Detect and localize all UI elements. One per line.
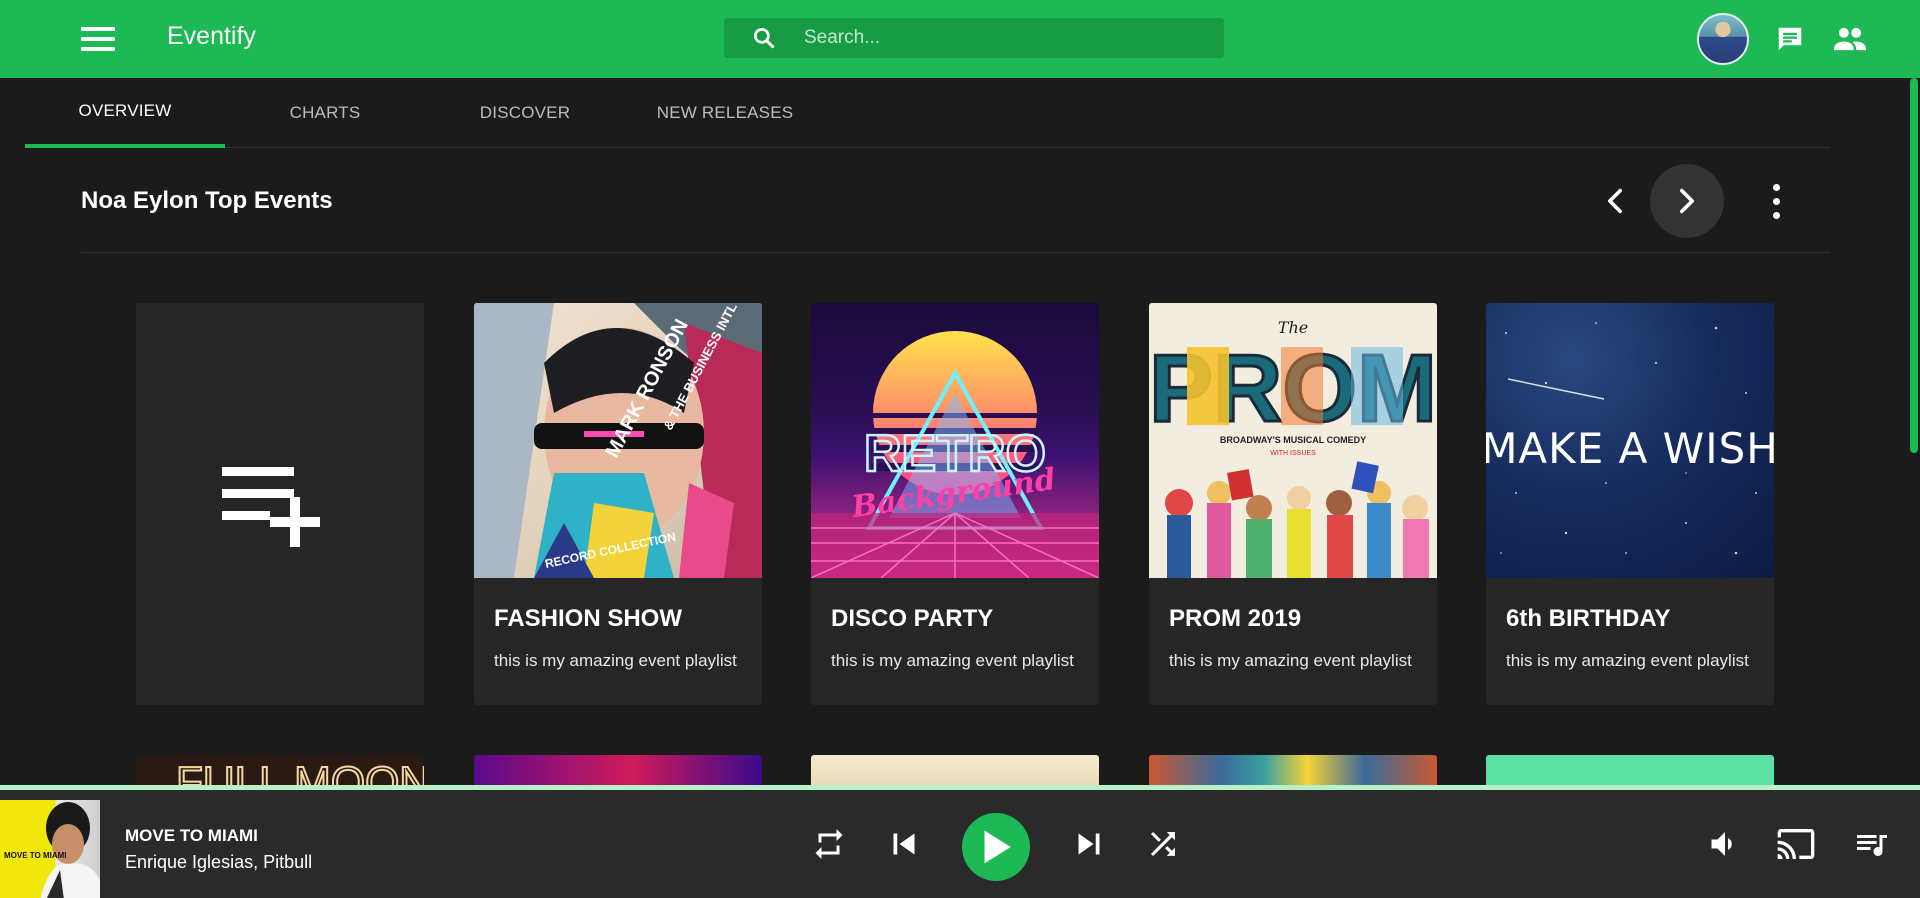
art-text: MOVE TO MIAMI <box>4 851 67 860</box>
tab-discover[interactable]: DISCOVER <box>425 78 625 148</box>
app-title: Eventify <box>167 22 256 50</box>
section-title: Noa Eylon Top Events <box>81 187 333 214</box>
carousel-next-button[interactable] <box>1650 164 1724 238</box>
play-icon <box>984 830 1011 864</box>
card-title: DISCO PARTY <box>831 605 994 632</box>
section-divider <box>81 252 1830 253</box>
add-playlist-card[interactable] <box>136 303 424 705</box>
card-description: this is my amazing event playlist <box>1506 651 1749 670</box>
queue-music-icon <box>1857 835 1887 857</box>
tab-overview[interactable]: OVERVIEW <box>25 78 225 148</box>
player-bar: MOVE TO MIAMI MOVE TO MIAMI Enrique Igle… <box>0 785 1920 898</box>
shuffle-button[interactable] <box>1145 826 1181 862</box>
top-bar: Eventify <box>0 0 1920 78</box>
carousel-prev-button[interactable] <box>1590 170 1640 232</box>
event-card-peek[interactable] <box>474 755 762 785</box>
shuffle-icon <box>1151 832 1175 856</box>
song-title[interactable]: MOVE TO MIAMI <box>125 826 258 846</box>
cast-button[interactable] <box>1775 824 1817 864</box>
tab-new-releases[interactable]: NEW RELEASES <box>625 78 825 148</box>
playlist-add-icon <box>222 467 320 547</box>
search-icon <box>724 25 804 51</box>
skip-next-icon <box>1078 833 1100 855</box>
event-card-fashion-show[interactable]: MARK RONSON & THE BUSINESS INTL RECORD C… <box>474 303 762 705</box>
card-art: RETRO Background <box>811 303 1099 578</box>
page-scrollbar[interactable] <box>1908 78 1920 785</box>
search-bar[interactable] <box>724 18 1224 58</box>
art-text: MAKE A WISH <box>1486 424 1774 473</box>
tab-bar: OVERVIEW CHARTS DISCOVER NEW RELEASES <box>25 78 1830 148</box>
chevron-left-icon <box>1607 188 1623 214</box>
tab-charts[interactable]: CHARTS <box>225 78 425 148</box>
repeat-icon <box>815 829 843 859</box>
card-description: this is my amazing event playlist <box>494 651 737 670</box>
album-cover[interactable]: MOVE TO MIAMI <box>0 800 100 898</box>
more-vertical-icon[interactable] <box>1759 180 1793 222</box>
card-art: MARK RONSON & THE BUSINESS INTL RECORD C… <box>474 303 762 578</box>
card-description: this is my amazing event playlist <box>831 651 1074 670</box>
search-input[interactable] <box>804 27 1184 49</box>
people-icon[interactable] <box>1834 24 1866 59</box>
cast-icon <box>1777 829 1815 859</box>
art-text: WITH ISSUES <box>1270 450 1316 457</box>
chevron-right-icon <box>1679 188 1695 214</box>
card-title: 6th BIRTHDAY <box>1506 605 1671 632</box>
event-card-peek[interactable] <box>1486 755 1774 785</box>
avatar[interactable] <box>1697 13 1749 65</box>
repeat-button[interactable] <box>811 826 847 862</box>
event-card-6th-birthday[interactable]: MAKE A WISH 6th BIRTHDAY this is my amaz… <box>1486 303 1774 705</box>
event-card-peek[interactable] <box>811 755 1099 785</box>
volume-button[interactable] <box>1707 826 1743 862</box>
skip-next-button[interactable] <box>1071 826 1107 862</box>
play-button[interactable] <box>962 813 1030 881</box>
event-card-prom-2019[interactable]: The PROM BROADWAY'S MUSICAL COMEDY WITH … <box>1149 303 1437 705</box>
event-card-peek[interactable] <box>1149 755 1437 785</box>
art-text: BROADWAY'S MUSICAL COMEDY <box>1220 435 1366 445</box>
song-artist[interactable]: Enrique Iglesias, Pitbull <box>125 852 312 873</box>
card-description: this is my amazing event playlist <box>1169 651 1412 670</box>
volume-icon <box>1711 832 1732 856</box>
scrollbar-thumb[interactable] <box>1910 78 1918 453</box>
card-title: PROM 2019 <box>1169 605 1302 632</box>
queue-button[interactable] <box>1853 826 1891 862</box>
chat-icon[interactable] <box>1775 24 1805 59</box>
card-art: The PROM BROADWAY'S MUSICAL COMEDY WITH … <box>1149 303 1437 578</box>
event-card-peek[interactable]: FULL MOON <box>136 755 424 785</box>
card-title: FASHION SHOW <box>494 605 683 632</box>
skip-previous-icon <box>893 833 915 855</box>
event-card-disco-party[interactable]: RETRO Background DISCO PARTY this is my … <box>811 303 1099 705</box>
skip-previous-button[interactable] <box>886 826 922 862</box>
art-text: FULL MOON <box>176 758 424 785</box>
card-art: MAKE A WISH <box>1486 303 1774 578</box>
menu-icon[interactable] <box>78 24 118 54</box>
